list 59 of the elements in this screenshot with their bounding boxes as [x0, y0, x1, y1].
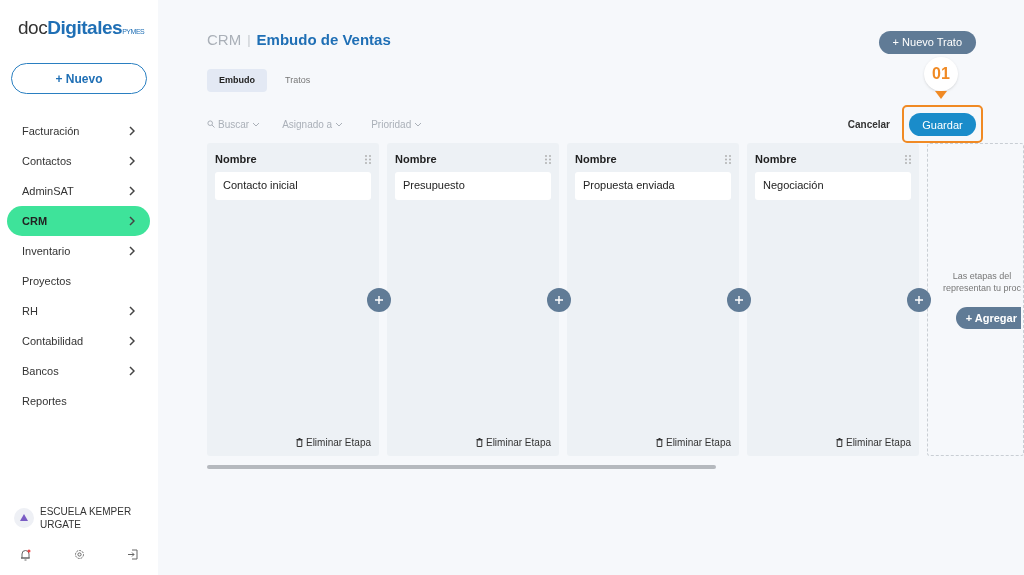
breadcrumb-separator: | — [247, 31, 251, 50]
add-stage-button[interactable]: + Agregar — [955, 307, 1021, 329]
delete-stage-button[interactable]: Eliminar Etapa — [655, 435, 731, 450]
sidebar-item[interactable]: CRM — [7, 206, 150, 236]
trash-icon — [835, 438, 843, 447]
step-number: 01 — [924, 57, 958, 91]
cancel-button[interactable]: Cancelar — [847, 116, 890, 132]
sidebar-item[interactable]: Bancos — [7, 356, 150, 386]
trash-icon — [295, 438, 303, 447]
chevron-down-icon — [252, 121, 261, 127]
stage-name-field[interactable]: Presupuesto — [395, 171, 551, 200]
trash-icon — [475, 438, 483, 447]
stage-header: Nombre — [395, 152, 437, 167]
drag-handle-icon[interactable] — [905, 154, 911, 164]
delete-stage-button[interactable]: Eliminar Etapa — [835, 435, 911, 450]
add-stage-after-button[interactable] — [907, 288, 931, 312]
horizontal-scrollbar[interactable] — [207, 465, 716, 469]
stage-name-field[interactable]: Negociación — [755, 171, 911, 200]
logout-icon[interactable] — [127, 549, 138, 560]
delete-stage-button[interactable]: Eliminar Etapa — [295, 435, 371, 450]
avatar — [14, 508, 34, 528]
stage-name-field[interactable]: Propuesta enviada — [575, 171, 731, 200]
add-stage-after-button[interactable] — [547, 288, 571, 312]
pointer-triangle-icon — [935, 91, 947, 99]
chevron-down-icon — [335, 121, 344, 127]
add-stage-after-button[interactable] — [727, 288, 751, 312]
chevron-down-icon — [414, 121, 423, 127]
sidebar-item[interactable]: Contabilidad — [7, 326, 150, 356]
trash-icon — [655, 438, 663, 447]
plus-icon — [375, 296, 383, 304]
drag-handle-icon[interactable] — [365, 154, 371, 164]
sidebar-item[interactable]: Facturación — [7, 116, 150, 146]
plus-icon — [555, 296, 563, 304]
sidebar-item[interactable]: Inventario — [7, 236, 150, 266]
sidebar-item[interactable]: RH — [7, 296, 150, 326]
drag-handle-icon[interactable] — [545, 154, 551, 164]
sidebar-item[interactable]: Reportes — [7, 386, 150, 416]
plus-icon — [915, 296, 923, 304]
notification-bell-icon[interactable] — [20, 549, 31, 561]
account-name: ESCUELA KEMPER URGATE — [40, 505, 133, 531]
tab[interactable]: Tratos — [273, 69, 323, 92]
add-stage-after-button[interactable] — [367, 288, 391, 312]
settings-icon[interactable] — [73, 549, 85, 560]
sidebar-item[interactable]: AdminSAT — [7, 176, 150, 206]
page-title: Embudo de Ventas — [256, 29, 391, 50]
save-button[interactable]: Guardar — [909, 113, 976, 137]
stage-name-field[interactable]: Contacto inicial — [215, 171, 371, 200]
drag-handle-icon[interactable] — [725, 154, 731, 164]
tab[interactable]: Embudo — [207, 69, 267, 92]
stage-header: Nombre — [575, 152, 617, 167]
stage-header: Nombre — [755, 152, 797, 167]
delete-stage-button[interactable]: Eliminar Etapa — [475, 435, 551, 450]
plus-icon — [735, 296, 743, 304]
new-deal-button[interactable]: + Nuevo Trato — [878, 30, 976, 54]
add-stage-hint: Las etapas del representan tu proc — [942, 270, 1021, 294]
sidebar-item[interactable]: Proyectos — [7, 266, 150, 296]
sidebar-item[interactable]: Contactos — [7, 146, 150, 176]
search-icon — [207, 120, 215, 128]
stage-header: Nombre — [215, 152, 257, 167]
